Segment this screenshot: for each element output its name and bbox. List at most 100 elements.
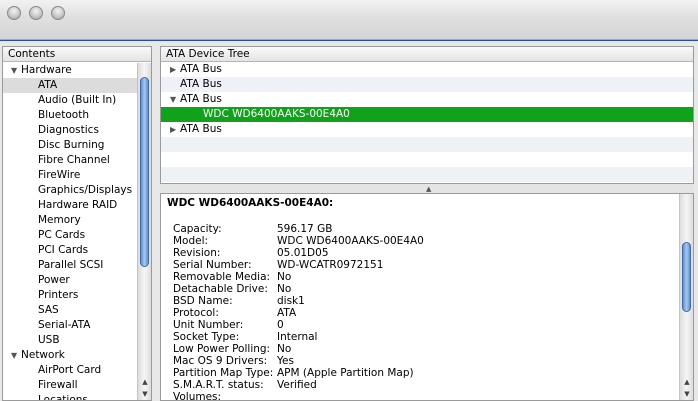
sidebar-item[interactable]: AirPort Card [3,363,137,378]
sidebar-item[interactable]: ATA [3,78,137,93]
sidebar-item[interactable]: Firewall [3,378,137,393]
scroll-down-arrow-icon[interactable]: ▼ [138,388,151,400]
sidebar-item-label: AirPort Card [38,364,102,376]
sidebar-item-label: Hardware [21,64,72,76]
sidebar-item-label: SAS [38,304,59,316]
sidebar-item[interactable]: PC Cards [3,228,137,243]
sidebar-item-label: Bluetooth [38,109,89,121]
sidebar-item[interactable]: Serial-ATA [3,318,137,333]
zoom-window-button[interactable] [51,6,65,20]
sidebar-item-label: Diagnostics [38,124,99,136]
sidebar-item[interactable]: USB [3,333,137,348]
detail-key: Detachable Drive: [173,283,268,295]
detail-value: Internal [277,331,318,343]
sidebar-item-label: Hardware RAID [38,199,118,211]
sidebar-item-label: Parallel SCSI [38,259,104,271]
sidebar-item[interactable]: Memory [3,213,137,228]
sidebar-item[interactable]: SAS [3,303,137,318]
title-bar [0,0,698,40]
detail-value: APM (Apple Partition Map) [277,367,414,379]
tree-empty-row[interactable] [161,152,693,167]
tree-row[interactable]: WDC WD6400AAKS-00E4A0 [161,107,693,122]
scroll-up-arrow-icon[interactable]: ▲ [138,376,151,388]
sidebar-item[interactable]: Bluetooth [3,108,137,123]
disclosure-triangle-icon[interactable]: ▶ [170,122,180,137]
detail-key: Protocol: [173,307,219,319]
detail-key: S.M.A.R.T. status: [173,379,264,391]
sidebar-item-label: USB [38,334,60,346]
minimize-window-button[interactable] [29,6,43,20]
splitter-handle-icon[interactable]: ▲ [426,185,431,193]
detail-scrollbar[interactable]: ▲ ▼ [679,194,693,400]
detail-row: Detachable Drive: No [173,283,424,295]
tree-row-label: ATA Bus [180,93,222,105]
detail-row: Mac OS 9 Drivers: Yes [173,355,424,367]
sidebar-item-label: FireWire [38,169,81,181]
tree-row-label: ATA Bus [180,63,222,75]
sidebar-item-label: Fibre Channel [38,154,110,166]
detail-fields: Capacity: 596.17 GB Model: WDC WD6400AAKS-0… [173,223,424,401]
detail-key: Revision: [173,247,221,259]
detail-key: Mac OS 9 Drivers: [173,355,268,367]
detail-value: WD-WCATR0972151 [277,259,384,271]
device-detail-pane: WDC WD6400AAKS-00E4A0: Capacity: 596.17 G… [160,193,694,401]
detail-value: Verified [277,379,317,391]
detail-key: Volumes: [173,391,222,401]
detail-row: S.M.A.R.T. status: Verified [173,379,424,391]
sidebar-item[interactable]: Diagnostics [3,123,137,138]
sidebar-item-label: Printers [38,289,79,301]
sidebar-list: ▼ Hardware ATA Audio (Built In) Bluetooth Dia… [3,63,137,400]
sidebar-category[interactable]: ▼ Network [3,348,137,363]
close-window-button[interactable] [7,6,21,20]
tree-empty-row[interactable] [161,137,693,152]
disclosure-triangle-icon[interactable]: ▶ [170,62,180,77]
sidebar-item[interactable]: Graphics/Displays [3,183,137,198]
detail-row: Volumes: [173,391,424,401]
tree-row[interactable]: ▶ ATA Bus [161,122,693,137]
detail-scroll-thumb[interactable] [682,242,691,312]
tree-row-label: WDC WD6400AAKS-00E4A0 [203,108,350,120]
sidebar-item[interactable]: FireWire [3,168,137,183]
detail-key: Socket Type: [173,331,240,343]
detail-key: Serial Number: [173,259,252,271]
detail-value: 05.01D05 [277,247,329,259]
detail-key: Unit Number: [173,319,244,331]
tree-header[interactable]: ATA Device Tree [161,47,693,62]
sidebar-header[interactable]: Contents [3,47,151,62]
sidebar-item[interactable]: Parallel SCSI [3,258,137,273]
sidebar-item[interactable]: Audio (Built In) [3,93,137,108]
detail-value: 0 [277,319,284,331]
sidebar-item[interactable]: PCI Cards [3,243,137,258]
detail-value: ATA [277,307,297,319]
sidebar-item[interactable]: Power [3,273,137,288]
detail-key: Model: [173,235,209,247]
detail-row: Capacity: 596.17 GB [173,223,424,235]
tree-empty-row[interactable] [161,167,693,182]
detail-row: Unit Number: 0 [173,319,424,331]
scroll-down-arrow-icon[interactable]: ▼ [680,388,693,400]
sidebar-scroll-thumb[interactable] [140,77,149,267]
sidebar-item[interactable]: Hardware RAID [3,198,137,213]
sidebar-item[interactable]: Locations [3,393,137,400]
tree-row[interactable]: ▼ ATA Bus [161,92,693,107]
disclosure-triangle-icon[interactable]: ▼ [11,63,21,78]
tree-row[interactable]: ATA Bus [161,77,693,92]
disclosure-triangle-icon[interactable]: ▼ [11,348,21,363]
detail-value: disk1 [277,295,305,307]
tree-row[interactable]: ▶ ATA Bus [161,62,693,77]
detail-row: Partition Map Type: APM (Apple Partition … [173,367,424,379]
sidebar-category[interactable]: ▼ Hardware [3,63,137,78]
detail-value: No [277,283,292,295]
scroll-up-arrow-icon[interactable]: ▲ [680,376,693,388]
sidebar-item[interactable]: Fibre Channel [3,153,137,168]
sidebar-item[interactable]: Printers [3,288,137,303]
sidebar-item-label: Memory [38,214,81,226]
sidebar-item[interactable]: Disc Burning [3,138,137,153]
sidebar-item-label: PC Cards [38,229,86,241]
sidebar-scrollbar[interactable]: ▲ ▼ [137,63,151,400]
detail-key: Partition Map Type: [173,367,274,379]
detail-key: Low Power Polling: [173,343,271,355]
disclosure-triangle-icon[interactable]: ▼ [170,92,180,107]
pane-splitter[interactable]: ▲ [160,184,694,193]
sidebar-item-label: Firewall [38,379,78,391]
